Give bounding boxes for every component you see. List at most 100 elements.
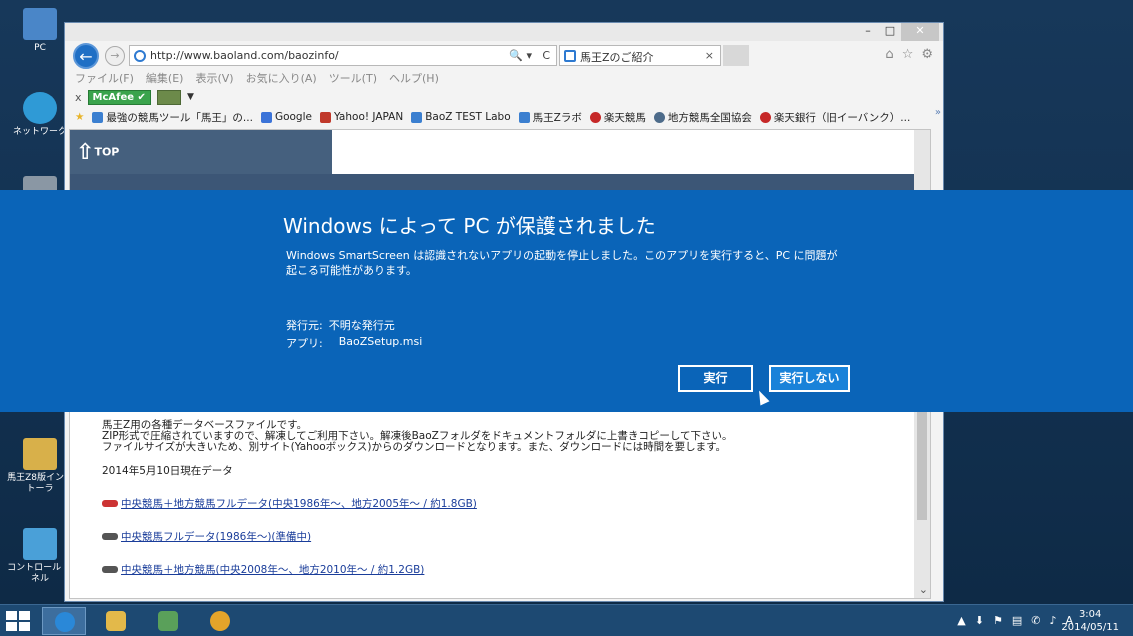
volume-icon[interactable]: ♪	[1049, 614, 1056, 627]
system-tray: ▲ ⬇ ⚑ ▤ ✆ ♪ A	[957, 614, 1073, 627]
run-button[interactable]: 実行	[678, 365, 753, 392]
control-panel-icon	[23, 528, 57, 560]
page-icon	[411, 111, 423, 123]
menu-view[interactable]: 表示(V)	[195, 70, 233, 86]
folder-icon	[106, 611, 126, 631]
close-button[interactable]: ✕	[901, 23, 939, 41]
gear-icon[interactable]: ⚙	[921, 47, 933, 62]
maximize-button[interactable]: □	[879, 23, 901, 41]
windows-logo-icon	[6, 611, 17, 620]
download-tray-icon[interactable]: ⬇	[975, 614, 984, 627]
publisher-label: 発行元:	[286, 319, 323, 332]
link-text: 中央競馬＋地方競馬フルデータ(中央1986年～、地方2005年～ / 約1.8G…	[121, 498, 477, 510]
network-icon	[23, 92, 57, 124]
favorites-more-button[interactable]: »	[935, 107, 941, 118]
windows-logo-icon	[19, 622, 30, 631]
search-dropdown-button[interactable]: 🔍 ▾	[509, 49, 532, 62]
address-row: ← → http://www.baoland.com/baozinfo/ 🔍 ▾…	[65, 41, 943, 69]
favorite-label: 楽天銀行（旧イーバンク）...	[773, 111, 911, 124]
taskbar-app-file-explorer[interactable]	[94, 607, 138, 635]
download-section: 馬王Z用の各種データベースファイルです。 ZIP形式で圧縮されていますので、解凍…	[102, 420, 912, 598]
download-icon	[102, 566, 118, 573]
tab-close-button[interactable]: ×	[705, 49, 714, 62]
mcafee-button[interactable]: McAfee ✔	[87, 89, 151, 105]
back-button[interactable]: ←	[73, 43, 99, 69]
favorite-label: BaoZ TEST Labo	[425, 111, 511, 123]
menu-favorites[interactable]: お気に入り(A)	[246, 70, 317, 86]
clock[interactable]: 3:04 2014/05/11	[1061, 608, 1119, 634]
toolbar-icons: ⌂ ☆ ⚙	[885, 47, 933, 62]
tab-baoz-intro[interactable]: 馬王Zのご紹介 ×	[559, 45, 721, 66]
forward-arrow-icon: →	[110, 49, 120, 62]
home-icon[interactable]: ⌂	[885, 47, 893, 62]
window-controls: – □ ✕	[857, 23, 939, 41]
address-bar[interactable]: http://www.baoland.com/baozinfo/ 🔍 ▾ C	[129, 45, 557, 66]
favorite-label: 楽天競馬	[603, 111, 646, 124]
add-favorite-star-icon[interactable]: ★	[75, 111, 84, 123]
mcafee-toolbar: x McAfee ✔ ▼	[75, 87, 194, 107]
download-icon	[102, 500, 118, 507]
photo-icon	[158, 611, 178, 631]
favorite-item[interactable]: 馬王Zラボ	[518, 110, 582, 125]
favorite-item[interactable]: Yahoo! JAPAN	[319, 111, 403, 123]
download-link-central[interactable]: 中央競馬フルデータ(1986年～)(準備中)	[102, 529, 912, 544]
taskbar-app-photo[interactable]	[146, 607, 190, 635]
dont-run-button[interactable]: 実行しない	[769, 365, 850, 392]
app-value: BaoZSetup.msi	[338, 335, 423, 348]
app-row: アプリ: BaoZSetup.msi	[286, 335, 422, 351]
mcafee-close-button[interactable]: x	[75, 91, 82, 104]
favorite-label: Google	[274, 111, 312, 123]
minimize-button[interactable]: –	[857, 23, 879, 41]
taskbar-app-chrome[interactable]	[198, 607, 242, 635]
download-link-full[interactable]: 中央競馬＋地方競馬フルデータ(中央1986年～、地方2005年～ / 約1.8G…	[102, 496, 912, 511]
menu-file[interactable]: ファイル(F)	[75, 70, 134, 86]
dialog-title: Windows によって PC が保護されました	[283, 214, 656, 238]
windows-logo-icon	[19, 611, 30, 620]
dialog-message: Windows SmartScreen は認識されないアプリの起動を停止しました…	[286, 249, 838, 277]
up-arrow-icon: ⇧	[76, 140, 95, 165]
flag-icon[interactable]: ⚑	[993, 614, 1003, 627]
show-hidden-icons-button[interactable]: ▲	[957, 614, 965, 627]
favorite-item[interactable]: Google	[260, 111, 312, 123]
start-button[interactable]	[6, 611, 30, 631]
download-icon	[102, 533, 118, 540]
tab-title: 馬王Zのご紹介	[580, 51, 654, 64]
top-link[interactable]: ⇧TOP	[76, 140, 119, 165]
data-date: 2014年5月10日現在データ	[102, 465, 233, 477]
menu-help[interactable]: ヘルプ(H)	[389, 70, 439, 86]
window-titlebar[interactable]: – □ ✕	[65, 23, 943, 41]
mcafee-label: McAfee	[92, 91, 135, 103]
google-icon	[260, 111, 272, 123]
network-tray-icon[interactable]: ▤	[1012, 614, 1022, 627]
yahoo-icon	[319, 111, 331, 123]
taskbar-app-internet-explorer[interactable]	[42, 607, 86, 635]
new-tab-button[interactable]	[723, 45, 749, 66]
forward-button[interactable]: →	[105, 46, 125, 66]
menu-tools[interactable]: ツール(T)	[329, 70, 377, 86]
address-url[interactable]: http://www.baoland.com/baozinfo/	[150, 49, 339, 62]
download-link-recent[interactable]: 中央競馬＋地方競馬(中央2008年～、地方2010年～ / 約1.2GB)	[102, 562, 912, 577]
refresh-button[interactable]: C	[542, 49, 550, 62]
mcafee-tool-icon[interactable]	[156, 89, 181, 105]
link-text: 中央競馬＋地方競馬(中央2008年～、地方2010年～ / 約1.2GB)	[121, 564, 425, 576]
rakuten-icon	[589, 111, 601, 123]
favorite-item[interactable]: 最強の競馬ツール「馬王」の...	[92, 110, 253, 125]
page-icon	[518, 111, 530, 123]
smartscreen-dialog: Windows によって PC が保護されました Windows SmartSc…	[0, 190, 1133, 412]
link-text: 中央競馬フルデータ(1986年～)(準備中)	[121, 531, 312, 543]
phone-icon[interactable]: ✆	[1031, 614, 1040, 627]
computer-icon	[23, 8, 57, 40]
chevron-down-icon[interactable]: ▼	[187, 92, 194, 102]
menu-edit[interactable]: 編集(E)	[146, 70, 184, 86]
favorite-item[interactable]: 地方競馬全国協会	[653, 110, 752, 125]
favorite-item[interactable]: 楽天競馬	[589, 110, 646, 125]
favorites-star-icon[interactable]: ☆	[902, 47, 914, 62]
top-label: TOP	[94, 145, 120, 159]
back-arrow-icon: ←	[79, 47, 93, 66]
favorite-item[interactable]: BaoZ TEST Labo	[411, 111, 511, 123]
chevron-down-icon[interactable]: ⌄	[919, 583, 928, 596]
favorite-item[interactable]: 楽天銀行（旧イーバンク）...	[759, 110, 911, 125]
description-line: ファイルサイズが大きいため、別サイト(Yahooボックス)からのダウンロードとな…	[102, 441, 727, 453]
clock-date: 2014/05/11	[1061, 622, 1119, 633]
nar-icon	[653, 111, 665, 123]
